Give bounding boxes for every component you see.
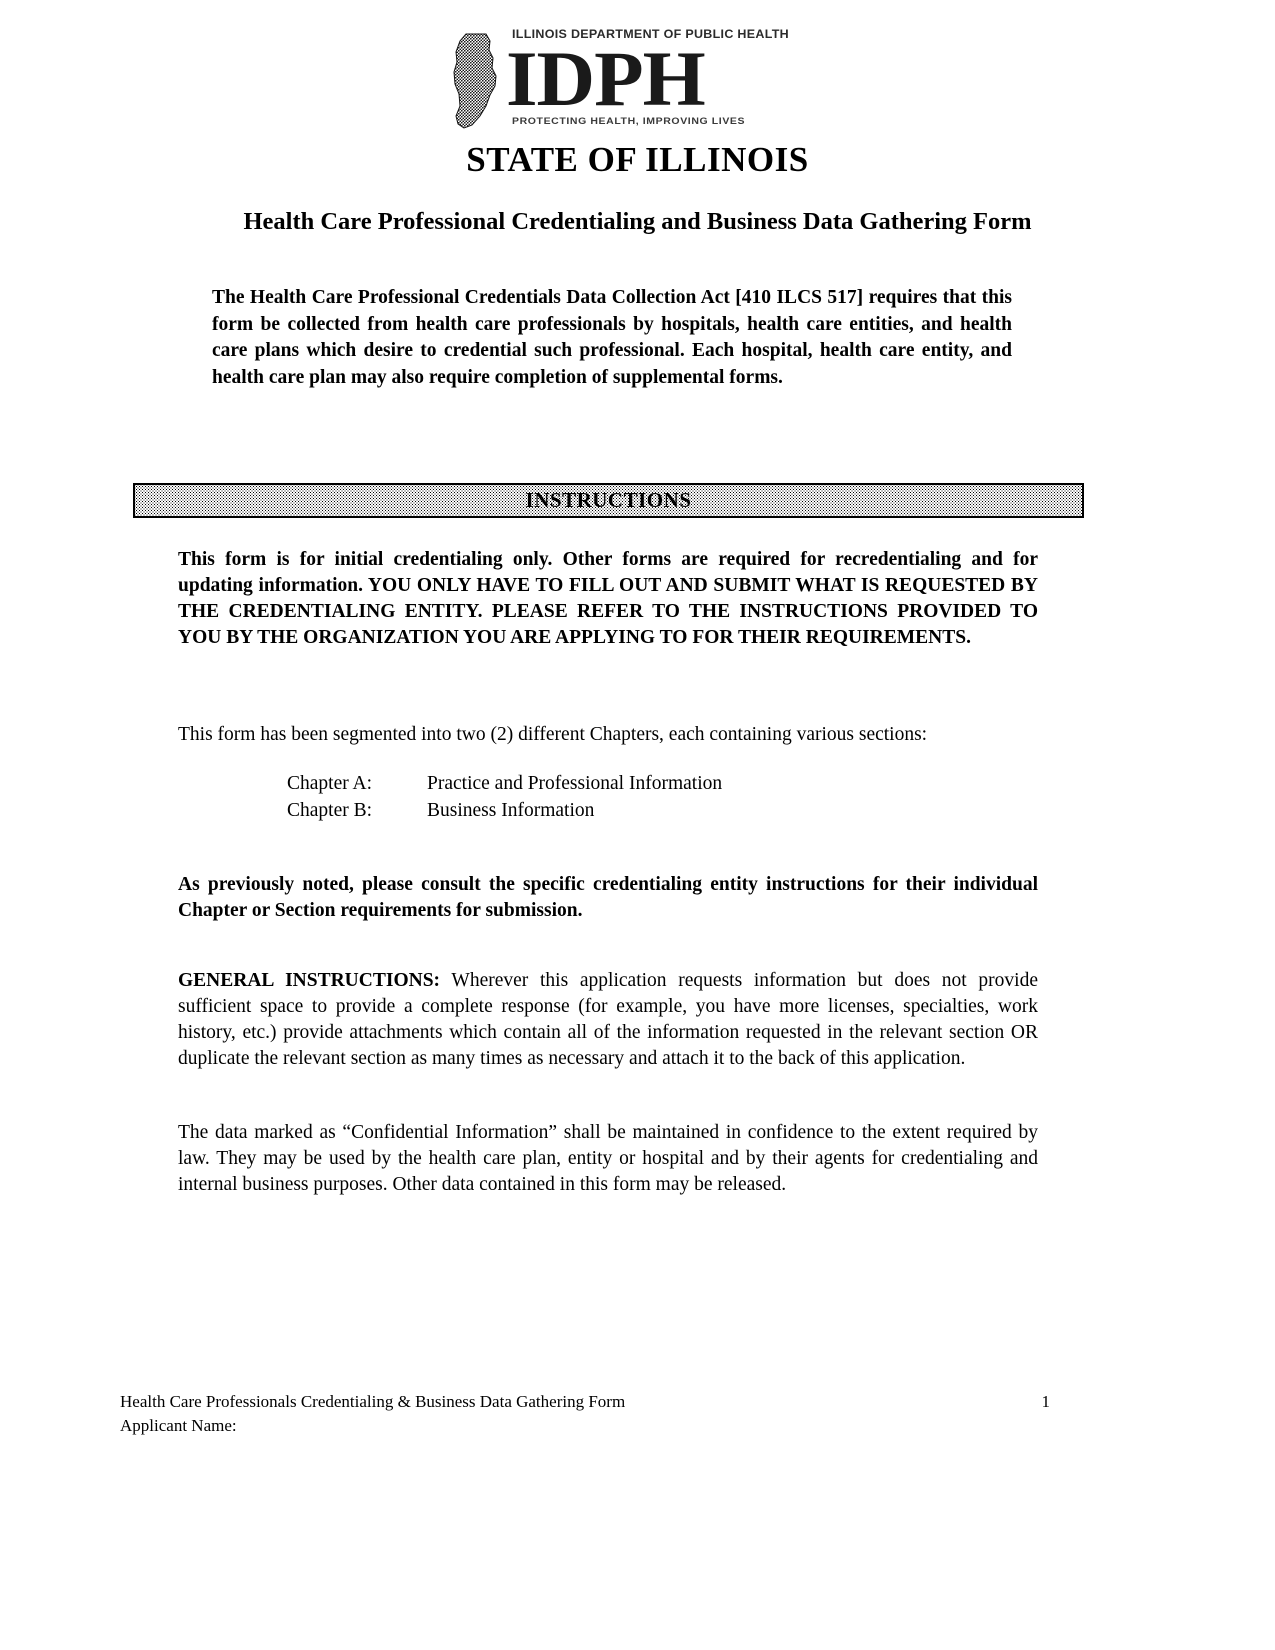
footer-page-number: 1 <box>1041 1392 1051 1411</box>
illinois-state-outline-icon <box>453 33 497 129</box>
chapter-value: Practice and Professional Information <box>427 773 723 794</box>
instructions-intro-paragraph: This form is for initial credentialing o… <box>178 549 1038 648</box>
page-title-state: STATE OF ILLINOIS <box>466 140 809 179</box>
confidential-information-paragraph: The data marked as “Confidential Informa… <box>178 1122 1038 1195</box>
document-page: ILLINOIS DEPARTMENT OF PUBLIC HEALTH IDP… <box>0 0 1275 1650</box>
instructions-section-banner: INSTRUCTIONS <box>133 483 1084 518</box>
chapter-label: Chapter A: <box>287 773 373 794</box>
logo-wordmark: IDPH <box>506 35 706 122</box>
footer-form-title: Health Care Professionals Credentialing … <box>120 1392 626 1411</box>
instructions-consult-paragraph: As previously noted, please consult the … <box>178 874 1038 921</box>
intro-paragraph: The Health Care Professional Credentials… <box>212 287 1012 388</box>
general-instructions-paragraph: GENERAL INSTRUCTIONS: Wherever this appl… <box>178 968 1038 1072</box>
instructions-segmented-paragraph: This form has been segmented into two (2… <box>178 724 928 745</box>
instructions-banner-label: INSTRUCTIONS <box>525 488 692 512</box>
chapter-list-item: Chapter B: Business Information <box>287 797 987 824</box>
page-footer: Health Care Professionals Credentialing … <box>120 1390 1050 1438</box>
chapter-value: Business Information <box>427 800 595 821</box>
general-instructions-heading: GENERAL INSTRUCTIONS: <box>178 970 441 991</box>
footer-top-line: Health Care Professionals Credentialing … <box>120 1390 1050 1414</box>
footer-applicant-name-label: Applicant Name: <box>120 1416 237 1435</box>
chapter-label: Chapter B: <box>287 800 373 821</box>
idph-logo: ILLINOIS DEPARTMENT OF PUBLIC HEALTH IDP… <box>440 24 789 134</box>
chapter-list: Chapter A: Practice and Professional Inf… <box>287 770 987 824</box>
logo-tagline: PROTECTING HEALTH, IMPROVING LIVES <box>512 116 746 127</box>
chapter-list-item: Chapter A: Practice and Professional Inf… <box>287 770 987 797</box>
page-title-form: Health Care Professional Credentialing a… <box>243 208 1032 235</box>
